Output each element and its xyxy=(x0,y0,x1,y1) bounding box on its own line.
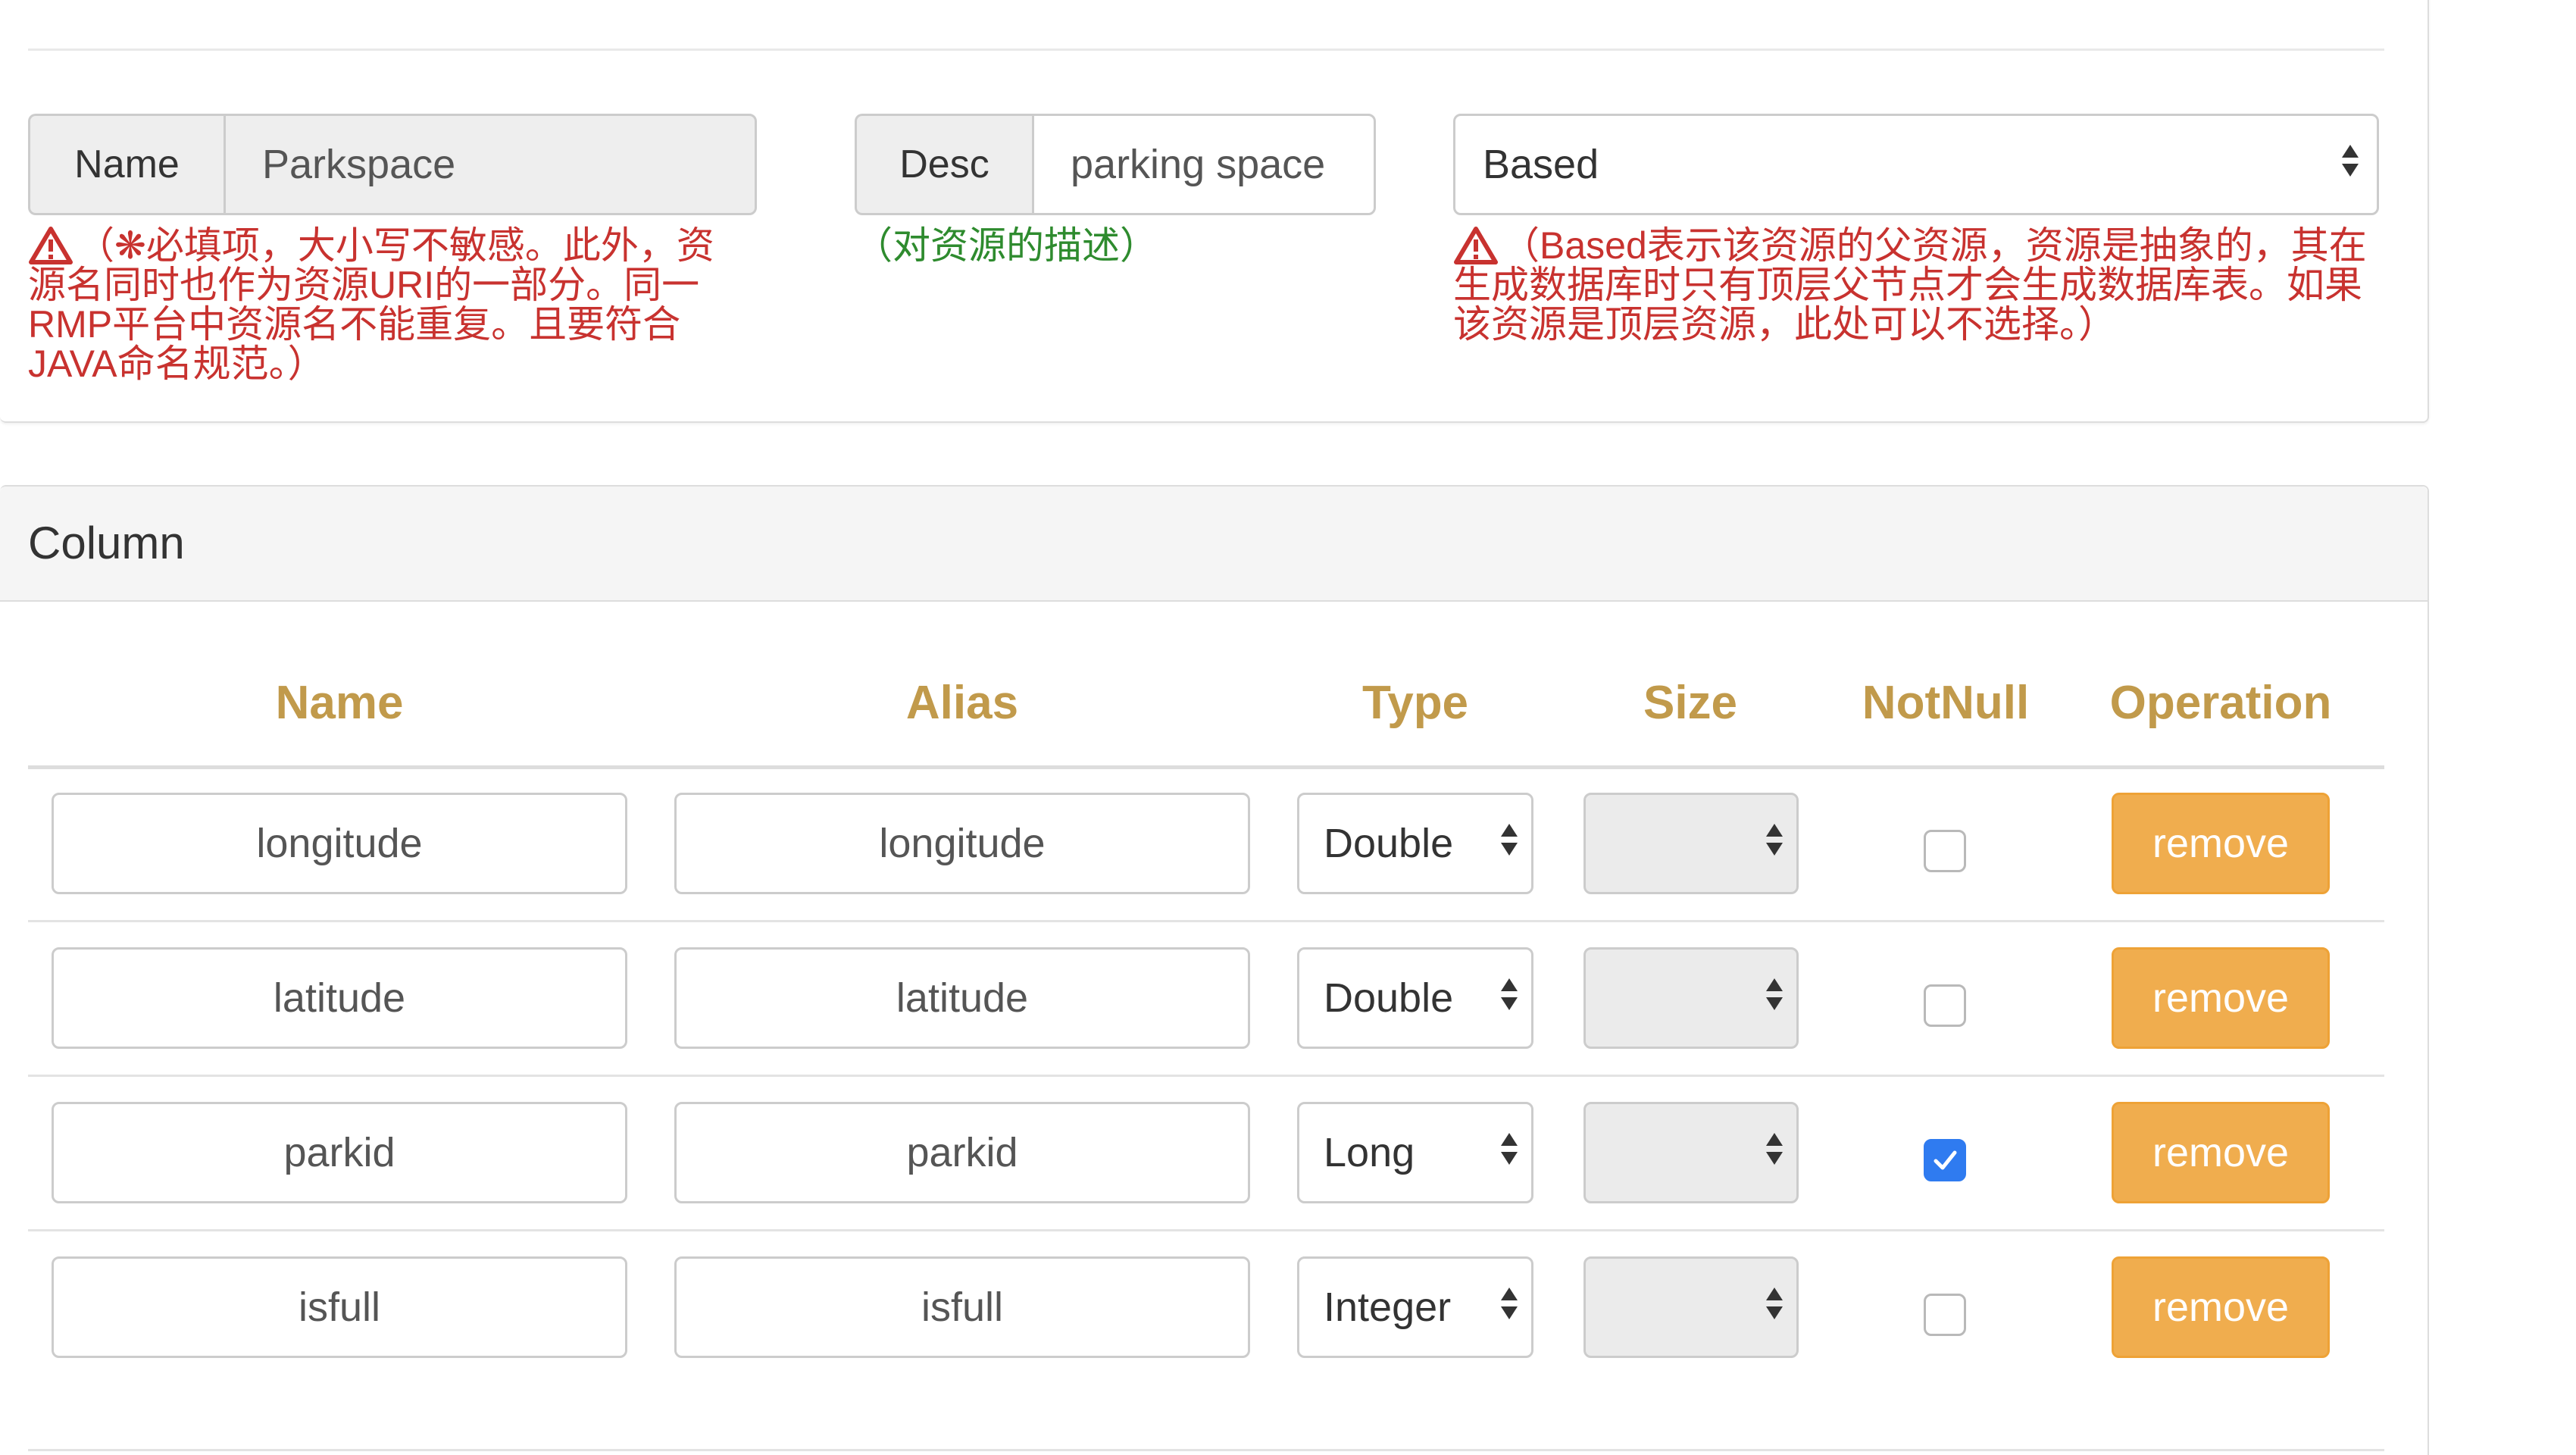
row-divider xyxy=(28,1075,2384,1077)
resource-name-group: Name Parkspace xyxy=(28,114,757,215)
based-select[interactable]: Based xyxy=(1453,114,2379,215)
name-hint: （❋必填项，大小写不敏感。此外，资源名同时也作为资源URI的一部分。同一RMP平… xyxy=(28,226,752,383)
select-arrows-icon xyxy=(1766,1288,1783,1319)
remove-button[interactable]: remove xyxy=(2112,1256,2330,1358)
select-arrows-icon xyxy=(1501,1133,1518,1165)
column-size-select[interactable] xyxy=(1583,793,1799,894)
resource-desc-label: Desc xyxy=(855,114,1032,215)
checkmark-icon xyxy=(1934,1150,1957,1170)
based-select-value: Based xyxy=(1483,142,1599,187)
select-arrows-icon xyxy=(1766,978,1783,1010)
column-type-select[interactable]: Double xyxy=(1297,947,1533,1049)
column-header-size: Size xyxy=(1643,677,1738,729)
table-bottom-divider xyxy=(28,1449,2384,1451)
column-alias-input[interactable]: parkid xyxy=(674,1102,1250,1203)
column-alias-input[interactable]: isfull xyxy=(674,1256,1250,1358)
column-header-type: Type xyxy=(1361,677,1469,729)
resource-desc-input[interactable]: parking space xyxy=(1032,114,1376,215)
column-name-input[interactable]: isfull xyxy=(52,1256,627,1358)
column-size-select[interactable] xyxy=(1583,1102,1799,1203)
table-header-divider xyxy=(28,765,2384,769)
select-arrows-icon xyxy=(1501,824,1518,856)
desc-hint: （对资源的描述） xyxy=(855,224,1158,267)
warning-triangle-icon xyxy=(1454,227,1498,264)
column-type-value: Double xyxy=(1324,975,1454,1021)
column-name-input[interactable]: longitude xyxy=(52,793,627,894)
column-alias-input[interactable]: latitude xyxy=(674,947,1250,1049)
select-arrows-icon xyxy=(1501,978,1518,1010)
row-divider xyxy=(28,1229,2384,1231)
column-name-input[interactable]: latitude xyxy=(52,947,627,1049)
resource-name-label: Name xyxy=(28,114,224,215)
column-panel-title: Column xyxy=(28,518,185,568)
based-hint: （Based表示该资源的父资源，资源是抽象的，其在生成数据库时只有顶层父节点才会… xyxy=(1453,226,2377,344)
notnull-checkbox[interactable] xyxy=(1924,830,1966,872)
column-type-value: Double xyxy=(1324,821,1454,866)
based-hint-text: （Based表示该资源的父资源，资源是抽象的，其在生成数据库时只有顶层父节点才会… xyxy=(1453,224,2367,346)
column-panel-header: Column xyxy=(0,487,2428,602)
name-hint-text: （❋必填项，大小写不敏感。此外，资源名同时也作为资源URI的一部分。同一RMP平… xyxy=(28,224,714,385)
column-size-select[interactable] xyxy=(1583,1256,1799,1358)
column-type-select[interactable]: Integer xyxy=(1297,1256,1533,1358)
column-type-value: Integer xyxy=(1324,1284,1452,1330)
select-arrows-icon xyxy=(1766,824,1783,856)
column-size-select[interactable] xyxy=(1583,947,1799,1049)
column-alias-input[interactable]: longitude xyxy=(674,793,1250,894)
remove-button[interactable]: remove xyxy=(2112,1102,2330,1203)
divider xyxy=(28,48,2384,51)
column-header-operation: Operation xyxy=(2109,677,2332,729)
column-header-name: Name xyxy=(275,677,404,729)
resource-name-input[interactable]: Parkspace xyxy=(224,114,757,215)
resource-desc-group: Desc parking space xyxy=(855,114,1376,215)
column-type-select[interactable]: Double xyxy=(1297,793,1533,894)
notnull-checkbox[interactable] xyxy=(1924,1294,1966,1336)
column-header-notnull: NotNull xyxy=(1862,677,2030,729)
select-arrows-icon xyxy=(2342,145,2359,177)
column-header-alias: Alias xyxy=(905,677,1019,729)
column-name-input[interactable]: parkid xyxy=(52,1102,627,1203)
column-type-select[interactable]: Long xyxy=(1297,1102,1533,1203)
remove-button[interactable]: remove xyxy=(2112,793,2330,894)
remove-button[interactable]: remove xyxy=(2112,947,2330,1049)
warning-triangle-icon xyxy=(29,227,73,264)
notnull-checkbox[interactable] xyxy=(1924,1139,1966,1181)
column-type-value: Long xyxy=(1324,1130,1415,1175)
notnull-checkbox[interactable] xyxy=(1924,984,1966,1027)
select-arrows-icon xyxy=(1501,1288,1518,1319)
select-arrows-icon xyxy=(1766,1133,1783,1165)
row-divider xyxy=(28,920,2384,922)
